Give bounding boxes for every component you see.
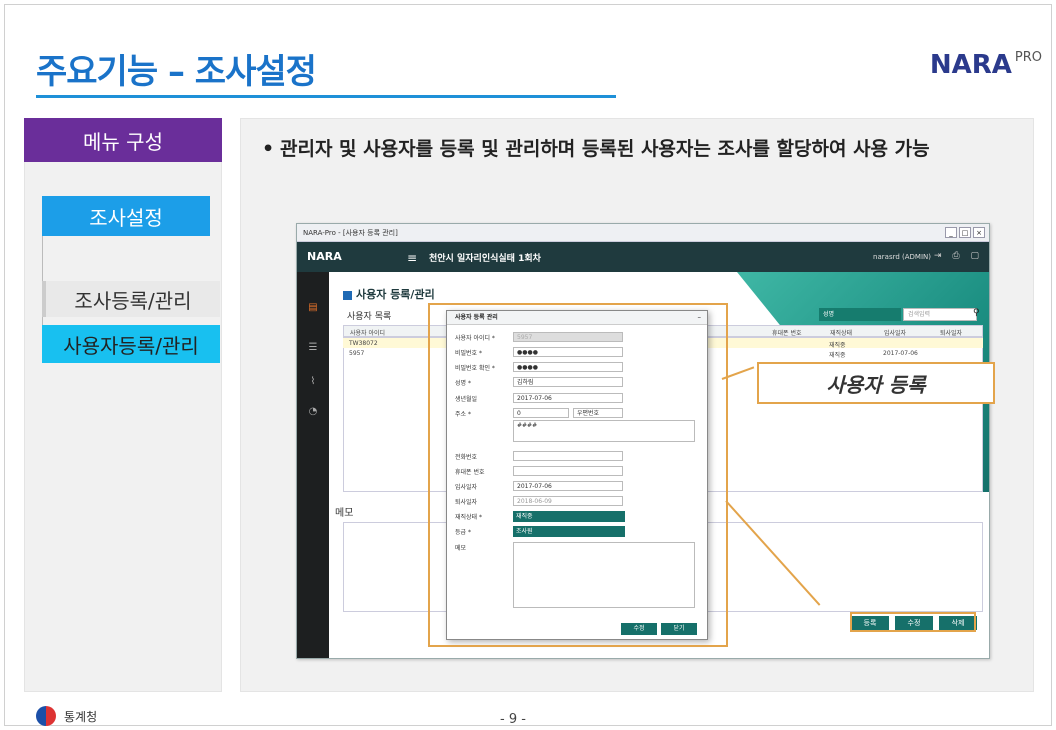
header-icons[interactable]: ⇥ ⎙ ▢ xyxy=(934,251,983,261)
document-icon[interactable]: ▤ xyxy=(297,302,329,313)
slide-title: 주요기능 – 조사설정 xyxy=(36,52,317,92)
title-underline xyxy=(36,95,616,98)
nara-pro-logo: NARA PRO xyxy=(930,50,1042,80)
bullet-mark: • xyxy=(262,138,275,160)
app-sidebar: ▤ ☰ ⌇ ◔ xyxy=(297,272,329,658)
search-input[interactable]: 검색입력 xyxy=(903,308,977,321)
logo-text: NARA xyxy=(929,50,1012,80)
minimize-icon[interactable]: _ xyxy=(945,227,957,238)
app-window-title: NARA-Pro - [사용자 등록 관리] xyxy=(297,224,989,242)
footer-org: 통계청 xyxy=(64,709,98,724)
menu-header: 메뉴 구성 xyxy=(24,118,222,162)
close-icon[interactable]: × xyxy=(973,227,985,238)
search-icon[interactable]: ⚲ xyxy=(973,308,980,318)
list-icon[interactable]: ☰ xyxy=(297,342,329,353)
row-user-id: TW38072 xyxy=(349,340,378,347)
user-list-label: 사용자 목록 xyxy=(347,312,392,322)
page-number: - 9 - xyxy=(500,712,526,727)
row-status: 재직중 xyxy=(829,352,846,359)
app-page-title-text: 사용자 등록/관리 xyxy=(356,288,435,301)
col-user-id[interactable]: 사용자 아이디 xyxy=(350,328,385,337)
menu-item-user-register[interactable]: 사용자등록/관리 xyxy=(42,325,220,363)
kostat-emblem-icon xyxy=(36,706,56,726)
highlight-buttons xyxy=(850,612,976,632)
col-join-date[interactable]: 입사일자 xyxy=(884,328,906,337)
highlight-modal xyxy=(428,303,728,647)
maximize-icon[interactable]: □ xyxy=(959,227,971,238)
menu-item-survey-register[interactable]: 조사등록/관리 xyxy=(42,281,220,317)
col-leave-date[interactable]: 퇴사일자 xyxy=(940,328,962,337)
memo-label: 메모 xyxy=(335,508,354,519)
row-user-id: 5957 xyxy=(349,350,365,357)
row-join-date: 2017-07-06 xyxy=(883,350,918,357)
app-logo: NARA xyxy=(307,250,342,263)
search-field-select[interactable]: 성명 xyxy=(819,308,901,321)
description-body: 관리자 및 사용자를 등록 및 관리하며 등록된 사용자는 조사를 할당하여 사… xyxy=(280,138,930,160)
col-phone[interactable]: 휴대폰 번호 xyxy=(772,328,802,337)
app-header: NARA ≡ 천안시 일자리인식실태 1회차 narasrd (ADMIN) ⇥… xyxy=(297,242,989,272)
app-page-title: 사용자 등록/관리 xyxy=(343,286,435,302)
chart-icon[interactable]: ⌇ xyxy=(297,376,329,387)
pie-icon[interactable]: ◔ xyxy=(297,406,329,417)
hamburger-icon[interactable]: ≡ xyxy=(407,251,417,265)
description-text: • 관리자 및 사용자를 등록 및 관리하며 등록된 사용자는 조사를 할당하여 … xyxy=(262,134,1002,164)
user-label: narasrd (ADMIN) xyxy=(873,253,931,261)
menu-item-survey-settings[interactable]: 조사설정 xyxy=(42,196,210,236)
window-controls: _ □ × xyxy=(945,227,985,238)
footer-logo: 통계청 xyxy=(36,706,97,726)
logo-suffix: PRO xyxy=(1014,50,1042,65)
survey-name: 천안시 일자리인식실태 1회차 xyxy=(429,254,541,264)
callout-label: 사용자 등록 xyxy=(757,362,995,404)
col-status[interactable]: 재직상태 xyxy=(830,328,852,337)
